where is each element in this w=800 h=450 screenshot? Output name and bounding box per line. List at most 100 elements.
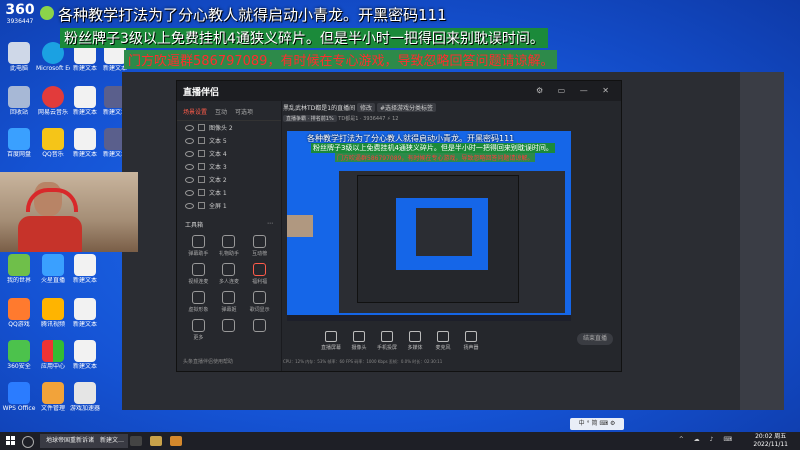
tool-avatar[interactable]: 虚拟形象 xyxy=(183,291,214,313)
scene-item[interactable]: 文本 2 xyxy=(177,173,281,186)
bottom-toolbar: 直播屏幕 摄像头 手机投屏 多媒体 麦克风 扬声器 结束直播 CPU：12% 内… xyxy=(283,329,615,365)
scene-item[interactable]: 文本 1 xyxy=(177,186,281,199)
taskbar-item-text[interactable]: 新建文… xyxy=(96,434,129,448)
lock-icon[interactable] xyxy=(198,202,205,209)
desktop-icon-appcenter[interactable]: 应用中心 xyxy=(36,340,70,370)
desktop-icon-minecraft[interactable]: 我的世界 xyxy=(2,254,36,284)
tool-rank[interactable]: 互动榜 xyxy=(244,235,275,257)
desktop-icon-accel[interactable]: 游戏加速器 xyxy=(68,382,102,412)
search-icon[interactable] xyxy=(22,436,34,448)
desktop-icon-txt6[interactable]: 新建文本 xyxy=(68,340,102,370)
speaker-button[interactable]: 扬声器 xyxy=(457,331,485,351)
phone-cast-button[interactable]: 手机投屏 xyxy=(373,331,401,351)
desktop-icon-txt5[interactable]: 新建文本 xyxy=(68,298,102,328)
window-controls[interactable]: ⚙ ▭ — ✕ xyxy=(536,86,615,95)
windows-start-icon[interactable] xyxy=(6,436,16,446)
taskbar-app-icon[interactable] xyxy=(130,436,142,446)
tab-interact[interactable]: 互动 xyxy=(215,107,227,116)
tool-danmaku[interactable]: 弹幕姬 xyxy=(214,291,245,313)
media-button[interactable]: 多媒体 xyxy=(401,331,429,351)
computer-icon xyxy=(8,42,30,64)
scene-item[interactable]: 文本 5 xyxy=(177,134,281,147)
category-tag[interactable]: #选择游戏分类标签 xyxy=(376,103,436,112)
lock-icon[interactable] xyxy=(198,124,205,131)
scene-item[interactable]: 文本 3 xyxy=(177,160,281,173)
lock-icon[interactable] xyxy=(198,150,205,157)
desktop-icon-netdisk[interactable]: 百度网盘 xyxy=(2,128,36,158)
stream-title: 黑乱武林TD都是1的直播间 xyxy=(283,105,356,112)
microphone-icon xyxy=(437,331,449,342)
scene-item[interactable]: 图像头 2 xyxy=(177,121,281,134)
tool-empty-1[interactable] xyxy=(214,319,245,341)
camera-button[interactable]: 摄像头 xyxy=(345,331,373,351)
eye-icon[interactable] xyxy=(185,124,194,131)
phone-icon xyxy=(381,331,393,342)
taskbar-app-icon[interactable] xyxy=(150,436,162,446)
desktop-icon-music[interactable]: 网易云音乐 xyxy=(36,86,70,116)
taskbar-item-game[interactable]: 地球帝国重新诉诸 xyxy=(40,434,101,448)
more-icon[interactable]: ⋯ xyxy=(267,220,273,229)
microphone-button[interactable]: 麦克风 xyxy=(429,331,457,351)
preview-webcam xyxy=(287,215,313,237)
tool-welfare[interactable]: 福利福 xyxy=(244,263,275,285)
scene-item[interactable]: 文本 4 xyxy=(177,147,281,160)
edit-button[interactable]: 修改 xyxy=(357,103,376,112)
tool-lyrics[interactable]: 歌词显示 xyxy=(244,291,275,313)
tab-options[interactable]: 可选项 xyxy=(235,107,253,116)
cloud-icon xyxy=(8,128,30,150)
desktop-icon-this-pc[interactable]: 此电脑 xyxy=(2,42,36,72)
taskbar-app-icon[interactable] xyxy=(170,436,182,446)
logo-360: 360 3936447 xyxy=(5,2,35,25)
play-icon xyxy=(409,331,421,342)
desktop-icon-txt4[interactable]: 新建文本 xyxy=(68,254,102,284)
desktop-icon-recycle[interactable]: 回收站 xyxy=(2,86,36,116)
lock-icon[interactable] xyxy=(198,163,205,170)
help-link[interactable]: 头条直播伴侣使用帮助 xyxy=(183,358,233,365)
toolbox-grid: 弹幕助手 礼物助手 互动榜 视频连麦 多人连麦 福利福 虚拟形象 弹幕姬 歌词显… xyxy=(177,233,281,343)
screen-capture-button[interactable]: 直播屏幕 xyxy=(317,331,345,351)
eye-icon[interactable] xyxy=(185,163,194,170)
left-panel: 场景设置 互动 可选项 图像头 2 文本 5 文本 4 文本 3 文本 2 文本… xyxy=(177,101,282,371)
desktop-icon-video[interactable]: 腾讯视频 xyxy=(36,298,70,328)
desktop-icon-qqgame[interactable]: QQ游戏 xyxy=(2,298,36,328)
lock-icon[interactable] xyxy=(198,189,205,196)
desktop-icon-txt2[interactable]: 新建文本 xyxy=(68,86,102,116)
desktop-icon-360[interactable]: 360安全 xyxy=(2,340,36,370)
panel-tabs: 场景设置 互动 可选项 xyxy=(177,101,281,121)
ime-toolbar[interactable]: 中 ° 简 ⌨ ⚙ xyxy=(570,418,624,430)
tool-empty-2[interactable] xyxy=(244,319,275,341)
system-tray[interactable]: ^ ☁ ♪ ⌨ xyxy=(679,436,736,443)
lock-icon[interactable] xyxy=(198,137,205,144)
text-file-icon xyxy=(74,340,96,362)
monitor-icon xyxy=(325,331,337,342)
people-icon xyxy=(222,263,236,276)
desktop-icon-qqmusic[interactable]: QQ音乐 xyxy=(36,128,70,158)
go-live-button[interactable]: 结束直播 xyxy=(577,333,613,345)
desktop-icon-live[interactable]: 火星直播 xyxy=(36,254,70,284)
tool-video-link[interactable]: 视频连麦 xyxy=(183,263,214,285)
eye-icon[interactable] xyxy=(185,189,194,196)
text-file-icon xyxy=(74,382,96,404)
clock[interactable]: 20:02 周五 2022/11/11 xyxy=(753,433,788,449)
stream-preview[interactable]: 各种教学打法为了分心教人就得启动小青龙。开黑密码111 粉丝牌子3级以上免费挂机… xyxy=(287,131,571,321)
tool-danmu[interactable]: 弹幕助手 xyxy=(183,235,214,257)
viewer-icon: ⚡ xyxy=(387,116,391,122)
tool-multi-link[interactable]: 多人连麦 xyxy=(214,263,245,285)
desktop-icon-wps[interactable]: WPS Office xyxy=(2,382,36,412)
app-grid-icon xyxy=(42,340,64,362)
tool-more[interactable]: 更多 xyxy=(183,319,214,341)
lock-icon[interactable] xyxy=(198,176,205,183)
tool-gift[interactable]: 礼物助手 xyxy=(214,235,245,257)
desktop-icon-files[interactable]: 文件管理 xyxy=(36,382,70,412)
stream-stats: CPU：12% 内存：53% 帧率：60 FPS 码率：1000 Kbps 丢帧… xyxy=(283,359,443,364)
preview-nested-window xyxy=(357,175,519,303)
tab-scene[interactable]: 场景设置 xyxy=(183,107,207,116)
eye-icon[interactable] xyxy=(185,137,194,144)
desktop-icon-txt3[interactable]: 新建文本 xyxy=(68,128,102,158)
eye-icon[interactable] xyxy=(185,150,194,157)
rank-icon xyxy=(253,235,267,248)
eye-icon[interactable] xyxy=(185,176,194,183)
scene-item[interactable]: 全屏 1 xyxy=(177,199,281,212)
eye-icon[interactable] xyxy=(185,202,194,209)
text-file-icon xyxy=(74,298,96,320)
